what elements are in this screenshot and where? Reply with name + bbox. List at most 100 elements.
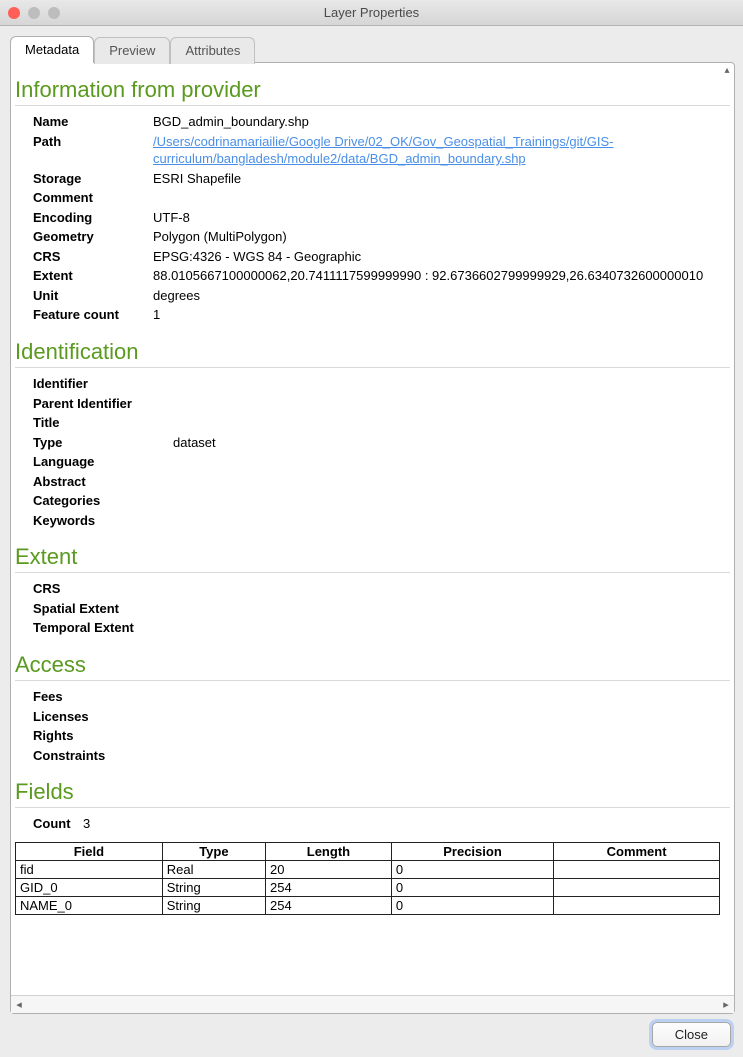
label-language: Language (33, 453, 173, 471)
identification-block: Identifier Parent Identifier Title Typed… (15, 370, 730, 532)
cell-type: String (162, 896, 265, 914)
value-language (173, 453, 730, 471)
cell-length: 254 (266, 896, 392, 914)
fields-count-block: Count3 (15, 810, 730, 836)
cell-comment (554, 896, 720, 914)
window-body: Metadata Preview Attributes ▴ Informatio… (0, 26, 743, 1057)
tabs: Metadata Preview Attributes (10, 36, 735, 63)
extent-block: CRS Spatial Extent Temporal Extent (15, 575, 730, 640)
cell-field: NAME_0 (16, 896, 163, 914)
table-header-row: Field Type Length Precision Comment (16, 842, 720, 860)
section-heading-fields: Fields (15, 779, 730, 808)
label-rights: Rights (33, 727, 153, 745)
label-keywords: Keywords (33, 512, 173, 530)
tab-panel-metadata: ▴ Information from provider NameBGD_admi… (10, 62, 735, 1014)
horizontal-scrollbar[interactable]: ◂ ▸ (11, 995, 734, 1013)
value-title (173, 414, 730, 432)
label-title: Title (33, 414, 173, 432)
value-comment (153, 189, 730, 207)
value-geometry: Polygon (MultiPolygon) (153, 228, 730, 246)
th-length: Length (266, 842, 392, 860)
cell-comment (554, 860, 720, 878)
fields-table: Field Type Length Precision Comment fid … (15, 842, 720, 915)
path-link[interactable]: /Users/codrinamariailie/Google Drive/02_… (153, 134, 614, 167)
label-type: Type (33, 434, 173, 452)
value-extent-crs (173, 580, 730, 598)
label-fees: Fees (33, 688, 153, 706)
label-feature-count: Feature count (33, 306, 153, 324)
close-button[interactable]: Close (652, 1022, 731, 1047)
cell-type: String (162, 878, 265, 896)
cell-field: fid (16, 860, 163, 878)
value-extent: 88.0105667100000062,20.7411117599999990 … (153, 267, 730, 285)
value-fees (153, 688, 730, 706)
label-geometry: Geometry (33, 228, 153, 246)
value-encoding: UTF-8 (153, 209, 730, 227)
cell-precision: 0 (391, 896, 553, 914)
label-crs: CRS (33, 248, 153, 266)
label-name: Name (33, 113, 153, 131)
cell-precision: 0 (391, 878, 553, 896)
label-storage: Storage (33, 170, 153, 188)
value-licenses (153, 708, 730, 726)
label-temporal-extent: Temporal Extent (33, 619, 173, 637)
section-heading-identification: Identification (15, 339, 730, 368)
value-crs: EPSG:4326 - WGS 84 - Geographic (153, 248, 730, 266)
value-constraints (153, 747, 730, 765)
cell-field: GID_0 (16, 878, 163, 896)
cell-precision: 0 (391, 860, 553, 878)
value-name: BGD_admin_boundary.shp (153, 113, 730, 131)
value-categories (173, 492, 730, 510)
label-abstract: Abstract (33, 473, 173, 491)
th-comment: Comment (554, 842, 720, 860)
value-abstract (173, 473, 730, 491)
tab-preview[interactable]: Preview (94, 37, 170, 64)
th-field: Field (16, 842, 163, 860)
value-keywords (173, 512, 730, 530)
value-fields-count: 3 (83, 815, 730, 833)
scroll-left-icon[interactable]: ◂ (11, 997, 27, 1013)
table-row: NAME_0 String 254 0 (16, 896, 720, 914)
value-identifier (173, 375, 730, 393)
label-identifier: Identifier (33, 375, 173, 393)
label-comment: Comment (33, 189, 153, 207)
tab-attributes[interactable]: Attributes (170, 37, 255, 64)
cell-comment (554, 878, 720, 896)
section-heading-extent: Extent (15, 544, 730, 573)
tab-metadata[interactable]: Metadata (10, 36, 94, 63)
table-row: GID_0 String 254 0 (16, 878, 720, 896)
label-path: Path (33, 133, 153, 168)
cell-type: Real (162, 860, 265, 878)
section-heading-provider: Information from provider (15, 77, 730, 106)
value-unit: degrees (153, 287, 730, 305)
label-constraints: Constraints (33, 747, 153, 765)
label-spatial-extent: Spatial Extent (33, 600, 173, 618)
scroll-up-icon[interactable]: ▴ (720, 65, 734, 79)
value-type: dataset (173, 434, 730, 452)
titlebar: Layer Properties (0, 0, 743, 26)
label-extent: Extent (33, 267, 153, 285)
window-title: Layer Properties (0, 5, 743, 20)
label-licenses: Licenses (33, 708, 153, 726)
scroll-right-icon[interactable]: ▸ (718, 997, 734, 1013)
value-path: /Users/codrinamariailie/Google Drive/02_… (153, 133, 730, 168)
label-extent-crs: CRS (33, 580, 173, 598)
value-rights (153, 727, 730, 745)
access-block: Fees Licenses Rights Constraints (15, 683, 730, 767)
value-feature-count: 1 (153, 306, 730, 324)
value-spatial-extent (173, 600, 730, 618)
section-heading-access: Access (15, 652, 730, 681)
label-categories: Categories (33, 492, 173, 510)
provider-block: NameBGD_admin_boundary.shp Path/Users/co… (15, 108, 730, 327)
table-row: fid Real 20 0 (16, 860, 720, 878)
cell-length: 254 (266, 878, 392, 896)
label-parent-identifier: Parent Identifier (33, 395, 173, 413)
label-fields-count: Count (33, 815, 83, 833)
value-storage: ESRI Shapefile (153, 170, 730, 188)
label-encoding: Encoding (33, 209, 153, 227)
th-type: Type (162, 842, 265, 860)
dialog-footer: Close (10, 1014, 735, 1047)
th-precision: Precision (391, 842, 553, 860)
label-unit: Unit (33, 287, 153, 305)
metadata-scroll-area[interactable]: ▴ Information from provider NameBGD_admi… (11, 63, 734, 995)
